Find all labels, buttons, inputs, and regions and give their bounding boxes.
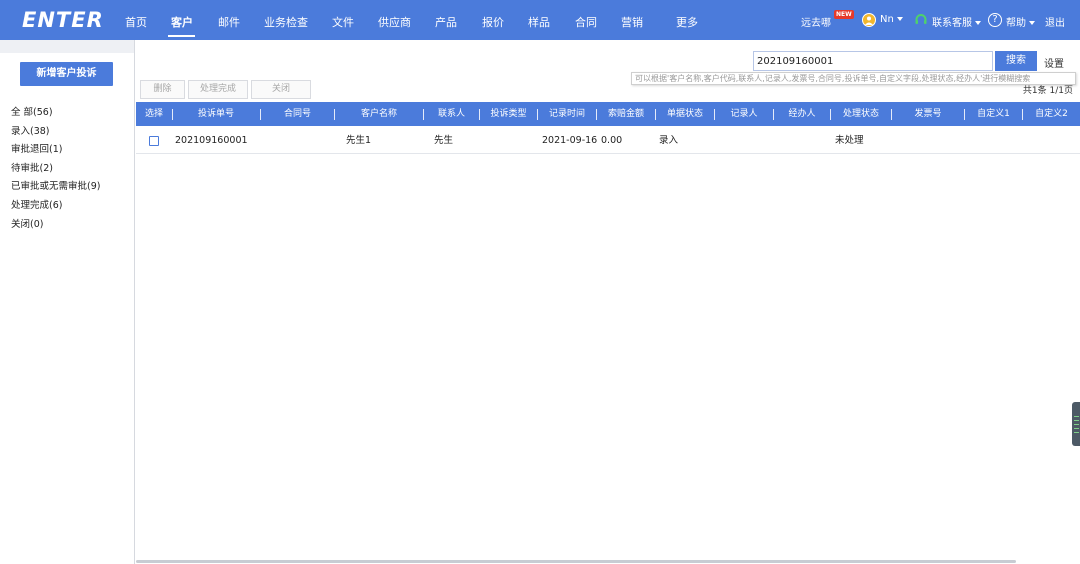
col-select: 选择 bbox=[144, 109, 163, 119]
pagination-info: 共1条 1/1页 bbox=[1022, 86, 1073, 96]
sidebar-divider bbox=[134, 40, 135, 564]
nav-item-files[interactable]: 文件 bbox=[332, 14, 354, 30]
col-handler[interactable]: 经办人 bbox=[774, 102, 830, 126]
col-custom1[interactable]: 自定义1 bbox=[965, 102, 1022, 126]
col-complaint-no[interactable]: 投诉单号 bbox=[173, 102, 259, 126]
nav-item-products[interactable]: 产品 bbox=[435, 14, 457, 30]
col-invoice-no[interactable]: 发票号 bbox=[892, 102, 964, 126]
col-recorder[interactable]: 记录人 bbox=[715, 102, 773, 126]
nav-item-home[interactable]: 首页 bbox=[125, 14, 147, 30]
search-input[interactable] bbox=[753, 51, 993, 71]
mark-complete-button[interactable]: 处理完成 bbox=[188, 80, 248, 99]
caret-down-icon bbox=[1029, 21, 1035, 25]
col-contract-no[interactable]: 合同号 bbox=[261, 102, 334, 126]
horizontal-scrollbar[interactable] bbox=[136, 560, 1016, 563]
help-menu[interactable]: 帮助 bbox=[1006, 14, 1035, 29]
col-contact[interactable]: 联系人 bbox=[424, 102, 479, 126]
support-label: 联系客服 bbox=[932, 18, 972, 29]
new-badge: NEW bbox=[834, 10, 854, 19]
cell-process-status: 未处理 bbox=[835, 135, 864, 146]
handle-grip-line bbox=[1074, 420, 1079, 421]
cell-customer-name: 先生1 bbox=[346, 135, 372, 146]
filter-approved[interactable]: 已审批或无需审批(9) bbox=[11, 178, 100, 197]
handle-grip-line bbox=[1074, 424, 1079, 425]
support-menu[interactable]: 联系客服 bbox=[932, 14, 981, 29]
nav-item-quotes[interactable]: 报价 bbox=[482, 14, 504, 30]
side-panel-handle[interactable] bbox=[1072, 402, 1080, 446]
nav-item-contracts[interactable]: 合同 bbox=[575, 14, 597, 30]
filter-entered[interactable]: 录入(38) bbox=[11, 123, 100, 142]
col-record-time[interactable]: 记录时间 bbox=[538, 102, 596, 126]
nav-item-mail[interactable]: 邮件 bbox=[218, 14, 240, 30]
nav-item-business-check[interactable]: 业务检查 bbox=[264, 14, 308, 30]
cell-doc-status: 录入 bbox=[659, 135, 679, 146]
search-settings-link[interactable]: 设置 bbox=[1044, 55, 1064, 70]
cell-claim-amount: 0.00 bbox=[601, 135, 623, 146]
caret-down-icon bbox=[975, 21, 981, 25]
avatar-icon[interactable] bbox=[862, 13, 876, 27]
close-complaint-button[interactable]: 关闭 bbox=[251, 80, 311, 99]
active-tab-indicator bbox=[168, 35, 195, 37]
cell-complaint-no[interactable]: 202109160001 bbox=[175, 128, 248, 154]
new-complaint-button[interactable]: 新增客户投诉 bbox=[20, 62, 113, 86]
status-filter-list: 全 部(56) 录入(38) 审批退回(1) 待审批(2) 已审批或无需审批(9… bbox=[11, 104, 100, 234]
col-doc-status[interactable]: 单据状态 bbox=[656, 102, 714, 126]
col-claim-amount[interactable]: 索赔金额 bbox=[597, 102, 655, 126]
col-complaint-type[interactable]: 投诉类型 bbox=[480, 102, 537, 126]
search-hint-tooltip: 可以根据'客户名称,客户代码,联系人,记录人,发票号,合同号,投诉单号,自定义字… bbox=[631, 72, 1076, 85]
nav-item-more[interactable]: 更多 bbox=[676, 14, 698, 30]
filter-all[interactable]: 全 部(56) bbox=[11, 104, 100, 123]
handle-grip-line bbox=[1074, 428, 1079, 429]
col-custom2[interactable]: 自定义2 bbox=[1023, 102, 1080, 126]
user-menu[interactable]: Nn bbox=[880, 14, 903, 25]
sidebar-header-band bbox=[0, 40, 134, 53]
top-nav-bar: ENTER 首页 客户 邮件 业务检查 文件 供应商 产品 报价 样品 合同 营… bbox=[0, 0, 1080, 40]
filter-closed[interactable]: 关闭(0) bbox=[11, 216, 100, 235]
filter-completed[interactable]: 处理完成(6) bbox=[11, 197, 100, 216]
cell-contact: 先生 bbox=[434, 135, 454, 146]
delete-button[interactable]: 删除 bbox=[140, 80, 185, 99]
cell-record-time: 2021-09-16 bbox=[542, 135, 598, 146]
headset-icon[interactable] bbox=[914, 13, 928, 27]
nav-item-suppliers[interactable]: 供应商 bbox=[378, 14, 411, 30]
logout-link[interactable]: 退出 bbox=[1045, 14, 1065, 29]
filter-pending-approval[interactable]: 待审批(2) bbox=[11, 160, 100, 179]
row-select-checkbox[interactable] bbox=[149, 136, 159, 146]
table-header: 选择 投诉单号 合同号 客户名称 联系人 投诉类型 记录时间 索赔金额 单据状态… bbox=[136, 102, 1080, 126]
user-name: Nn bbox=[880, 14, 894, 25]
search-button[interactable]: 搜索 bbox=[995, 51, 1037, 71]
nav-item-customers[interactable]: 客户 bbox=[171, 14, 193, 30]
filter-approval-returned[interactable]: 审批退回(1) bbox=[11, 141, 100, 160]
promo-link[interactable]: 远去哪 bbox=[801, 14, 831, 29]
help-label: 帮助 bbox=[1006, 18, 1026, 29]
caret-down-icon bbox=[896, 17, 903, 21]
nav-item-marketing[interactable]: 营销 bbox=[621, 14, 643, 30]
table-row[interactable]: 202109160001 先生1 先生 2021-09-16 0.00 录入 未… bbox=[136, 128, 1080, 154]
handle-grip-line bbox=[1074, 432, 1079, 433]
help-circle-icon[interactable]: ? bbox=[988, 13, 1002, 27]
col-customer-name[interactable]: 客户名称 bbox=[335, 102, 423, 126]
handle-grip-line bbox=[1074, 416, 1079, 417]
nav-item-samples[interactable]: 样品 bbox=[528, 14, 550, 30]
col-process-status[interactable]: 处理状态 bbox=[831, 102, 891, 126]
brand-logo[interactable]: ENTER bbox=[22, 8, 104, 32]
